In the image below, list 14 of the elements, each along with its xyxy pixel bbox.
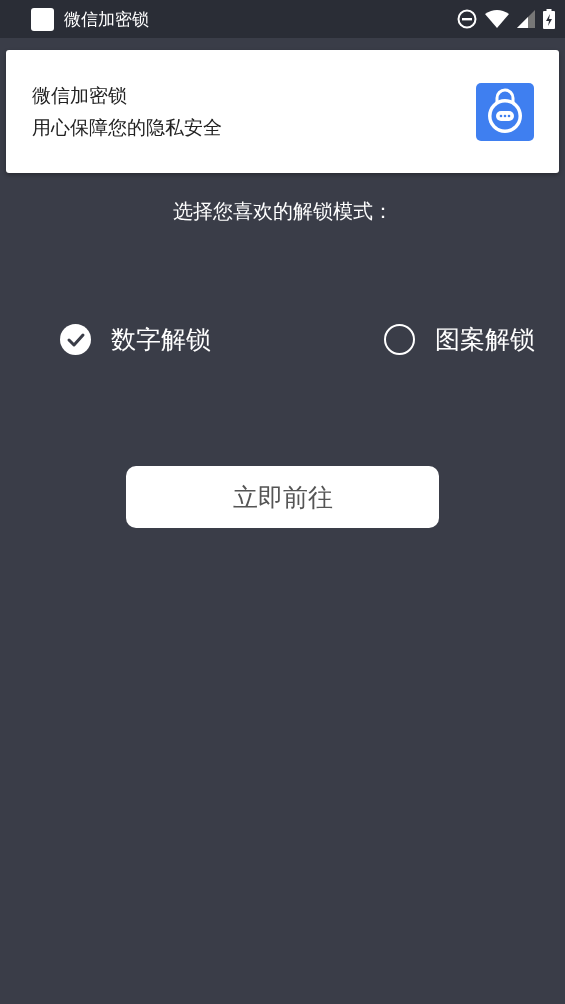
- notification-title: 微信加密锁: [32, 82, 128, 108]
- wifi-icon: [485, 10, 509, 28]
- notification-card[interactable]: 微信加密锁 用心保障您的隐私安全: [6, 50, 559, 173]
- unlock-mode-option[interactable]: 图案解锁: [384, 323, 535, 356]
- app-icon: [31, 7, 54, 31]
- signal-icon: [517, 10, 535, 28]
- unlock-mode-option[interactable]: 数字解锁: [60, 323, 211, 356]
- do-not-disturb-icon: [457, 9, 477, 29]
- notification-text: 用心保障您的隐私安全: [32, 114, 222, 140]
- app-title: 微信加密锁: [64, 7, 150, 31]
- go-button[interactable]: 立即前往: [126, 466, 439, 528]
- padlock-icon: [476, 82, 534, 141]
- battery-icon: [543, 9, 555, 29]
- prompt-text: 选择您喜欢的解锁模式：: [172, 198, 393, 225]
